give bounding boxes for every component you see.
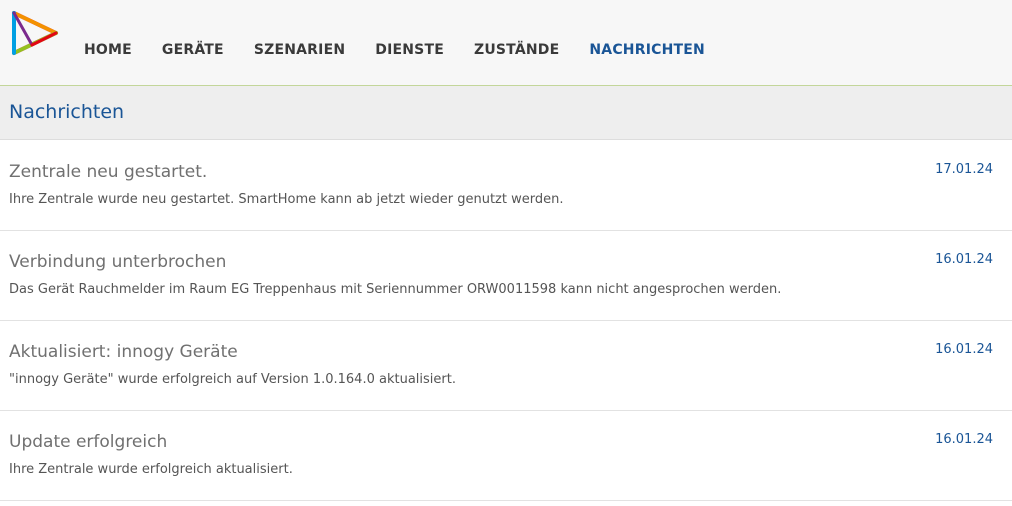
nav-item-dienste[interactable]: DIENSTE xyxy=(375,42,444,58)
message-body: Das Gerät Rauchmelder im Raum EG Treppen… xyxy=(9,282,782,297)
message-list: Zentrale neu gestartet. Ihre Zentrale wu… xyxy=(0,141,1012,501)
message-body: "innogy Geräte" wurde erfolgreich auf Ve… xyxy=(9,372,456,387)
section-header: Nachrichten xyxy=(0,86,1012,140)
play-triangle-logo-icon[interactable] xyxy=(10,9,60,57)
message-title: Zentrale neu gestartet. xyxy=(9,162,208,182)
nav-item-home[interactable]: HOME xyxy=(84,42,132,58)
message-item[interactable]: Verbindung unterbrochen Das Gerät Rauchm… xyxy=(0,231,1012,321)
message-item[interactable]: Update erfolgreich Ihre Zentrale wurde e… xyxy=(0,411,1012,501)
message-date: 16.01.24 xyxy=(935,342,993,357)
message-date: 16.01.24 xyxy=(935,432,993,447)
top-navigation-bar: HOME GERÄTE SZENARIEN DIENSTE ZUSTÄNDE N… xyxy=(0,0,1012,86)
message-body: Ihre Zentrale wurde neu gestartet. Smart… xyxy=(9,192,564,207)
message-title: Verbindung unterbrochen xyxy=(9,252,227,272)
message-title: Update erfolgreich xyxy=(9,432,168,452)
message-date: 16.01.24 xyxy=(935,252,993,267)
nav-item-zustaende[interactable]: ZUSTÄNDE xyxy=(474,42,559,58)
message-date: 17.01.24 xyxy=(935,162,993,177)
nav-item-nachrichten[interactable]: NACHRICHTEN xyxy=(589,42,705,58)
nav-item-geraete[interactable]: GERÄTE xyxy=(162,42,224,58)
message-item[interactable]: Aktualisiert: innogy Geräte "innogy Gerä… xyxy=(0,321,1012,411)
page-title: Nachrichten xyxy=(9,101,125,123)
message-title: Aktualisiert: innogy Geräte xyxy=(9,342,238,362)
message-body: Ihre Zentrale wurde erfolgreich aktualis… xyxy=(9,462,293,477)
nav-item-szenarien[interactable]: SZENARIEN xyxy=(254,42,345,58)
message-item[interactable]: Zentrale neu gestartet. Ihre Zentrale wu… xyxy=(0,141,1012,231)
main-navigation: HOME GERÄTE SZENARIEN DIENSTE ZUSTÄNDE N… xyxy=(84,42,735,58)
